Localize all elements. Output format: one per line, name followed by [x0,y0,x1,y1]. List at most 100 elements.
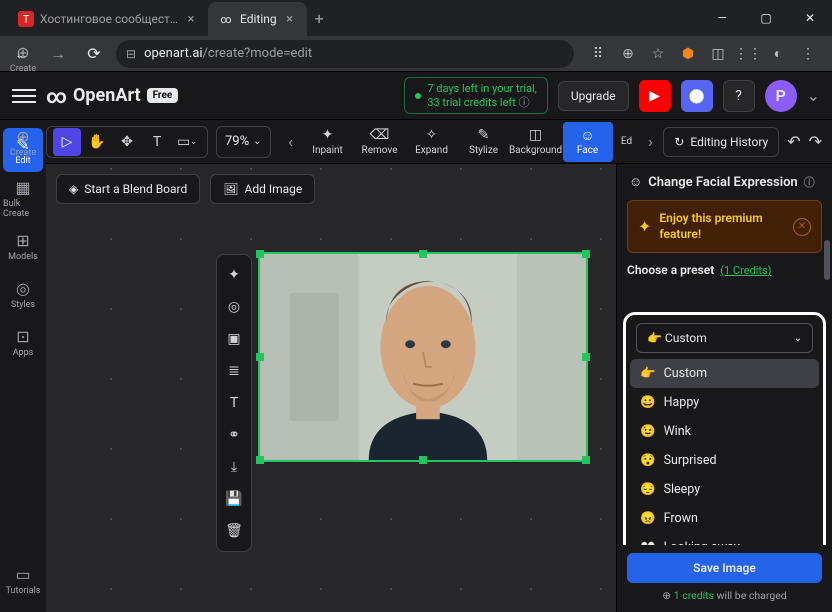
info-icon[interactable]: ⓘ [804,174,815,190]
preset-option-happy[interactable]: 😀Happy [630,388,819,417]
profile-icon[interactable]: ◐ [768,44,788,64]
face-tool[interactable]: ☺Face [563,122,613,162]
menu-icon[interactable]: ⋮ [798,44,818,64]
browser-titlebar: T Хостинговое сообщество «Tim × ∞ Editin… [0,0,832,36]
resize-handle[interactable] [582,456,590,464]
new-tab-button[interactable]: + [307,0,332,36]
scroll-left-button[interactable]: ‹ [279,126,303,158]
remove-tool[interactable]: ⌫Remove [355,122,405,162]
reload-button[interactable]: ⟳ [80,40,108,68]
delete-tool[interactable]: 🗑 [220,517,248,545]
extensions-area: ⠿ ⊕ ☆ ⬢ ◫ ⋮⋮ ◐ ⋮ [582,44,824,64]
resize-handle[interactable] [419,250,427,258]
download-tool[interactable]: ⤓ [220,453,248,481]
rail-create[interactable]: ⊕Create [3,36,43,80]
credits-link[interactable]: (1 Credits) [720,264,771,277]
shape-tool[interactable]: ▭ ⌄ [173,128,201,156]
rail-styles[interactable]: ◎Styles [3,272,43,316]
preset-option-looking-away[interactable]: 👀Looking away [630,533,819,545]
preset-select[interactable]: 👉 Custom ⌄ [636,323,813,353]
resize-handle[interactable] [256,353,264,361]
background-tool[interactable]: ◫Background [511,122,561,162]
credit-note: ⊕ 1 credits will be charged [627,589,822,602]
resize-handle[interactable] [256,250,264,258]
redo-button[interactable]: ↷ [809,132,822,151]
crop-tool[interactable]: ▣ [220,325,248,353]
text-tool[interactable]: T [143,128,171,156]
inpaint-tool[interactable]: ✦Inpaint [303,122,353,162]
undo-button[interactable]: ↶ [787,132,800,151]
close-icon[interactable]: × [184,12,198,26]
trial-promo[interactable]: 7 days left in your trial, 33 trial cred… [404,77,548,113]
resize-handle[interactable] [582,250,590,258]
favicon-icon: ∞ [218,11,234,27]
premium-callout: ✦ Enjoy this premiumfeature! ✕ [627,200,822,253]
help-button[interactable]: ? [723,80,755,112]
browser-tab-active[interactable]: ∞ Editing × [208,2,307,36]
rail-tutorials[interactable]: ▭Tutorials [3,558,43,602]
move-tool[interactable]: ✥ [113,128,141,156]
resize-handle[interactable] [582,353,590,361]
image-content [260,254,586,460]
maximize-button[interactable]: ▢ [744,0,788,36]
people-tool[interactable]: ⚭ [220,421,248,449]
scrollbar-thumb[interactable] [824,240,830,280]
preset-option-wink[interactable]: 😉Wink [630,417,819,446]
scroll-right-button[interactable]: › [639,126,663,158]
menu-button[interactable] [12,84,36,108]
more-tool[interactable]: Ed [615,122,639,162]
omnibox[interactable]: ⊟ openart.ai/create?mode=edit [116,40,574,68]
translate-icon[interactable]: ⠿ [588,44,608,64]
youtube-button[interactable]: ▶ [639,80,671,112]
avatar[interactable]: P [765,80,797,112]
target-tool[interactable]: ◎ [220,293,248,321]
zoom-icon[interactable]: ⊕ [618,44,638,64]
editing-history-button[interactable]: ↻Editing History [663,127,779,157]
close-icon[interactable]: × [283,12,297,26]
preset-option-custom[interactable]: 👉Custom [630,359,819,388]
preset-option-frown[interactable]: 😠Frown [630,504,819,533]
magic-select-tool[interactable]: ✦ [220,261,248,289]
tab-title: Хостинговое сообщество «Tim [40,12,178,26]
extension-icon[interactable]: ◫ [708,44,728,64]
forward-button[interactable]: → [44,40,72,68]
minimize-button[interactable]: — [700,0,744,36]
select-tool[interactable]: ▷ [53,128,81,156]
rail-apps[interactable]: ⊡Apps [3,320,43,364]
extension-icon[interactable]: ⋮⋮ [738,44,758,64]
browser-tab-inactive[interactable]: T Хостинговое сообщество «Tim × [8,2,208,36]
pan-tool[interactable]: ✋ [83,128,111,156]
logo[interactable]: ∞ OpenArt Free [46,84,178,108]
dismiss-button[interactable]: ✕ [793,218,811,236]
face-icon: ☺ [629,174,642,190]
close-window-button[interactable]: ✕ [788,0,832,36]
save-tool[interactable]: 💾 [220,485,248,513]
upgrade-button[interactable]: Upgrade [558,81,629,111]
resize-handle[interactable] [256,456,264,464]
rail-models[interactable]: ⊞Models [3,224,43,268]
discord-button[interactable]: ⬤ [681,80,713,112]
rail-bulk-create[interactable]: ▦Bulk Create [3,176,43,220]
preset-option-surprised[interactable]: 😯Surprised [630,446,819,475]
save-image-button[interactable]: Save Image [627,553,822,583]
zoom-control[interactable]: 79% ⌄ [216,126,271,158]
site-settings-icon[interactable]: ⊟ [126,47,136,61]
expand-tool[interactable]: ✧Expand [407,122,457,162]
selected-image[interactable] [258,252,588,462]
preset-option-sleepy[interactable]: 😔Sleepy [630,475,819,504]
stylize-tool[interactable]: ✎Stylize [459,122,509,162]
text-tool[interactable]: T [220,389,248,417]
resize-handle[interactable] [419,456,427,464]
chevron-down-icon[interactable]: ⌄ [807,86,820,105]
premium-text: Enjoy this premiumfeature! [659,211,762,242]
app-header: ∞ OpenArt Free 7 days left in your trial… [0,72,832,120]
start-blend-board-button[interactable]: ◈Start a Blend Board [56,174,200,204]
bookmark-icon[interactable]: ☆ [648,44,668,64]
metamask-icon[interactable]: ⬢ [678,44,698,64]
floating-toolbar: ✦ ◎ ▣ ≣ T ⚭ ⤓ 💾 🗑 [216,254,252,552]
layers-tool[interactable]: ≣ [220,357,248,385]
canvas-area[interactable]: ◈Start a Blend Board 🖼Add Image ✦ ◎ ▣ ≣ … [46,164,616,612]
star-icon: ✦ [638,217,651,236]
rail-create[interactable]: ⊕Create [3,120,43,164]
add-image-button[interactable]: 🖼Add Image [210,174,315,204]
